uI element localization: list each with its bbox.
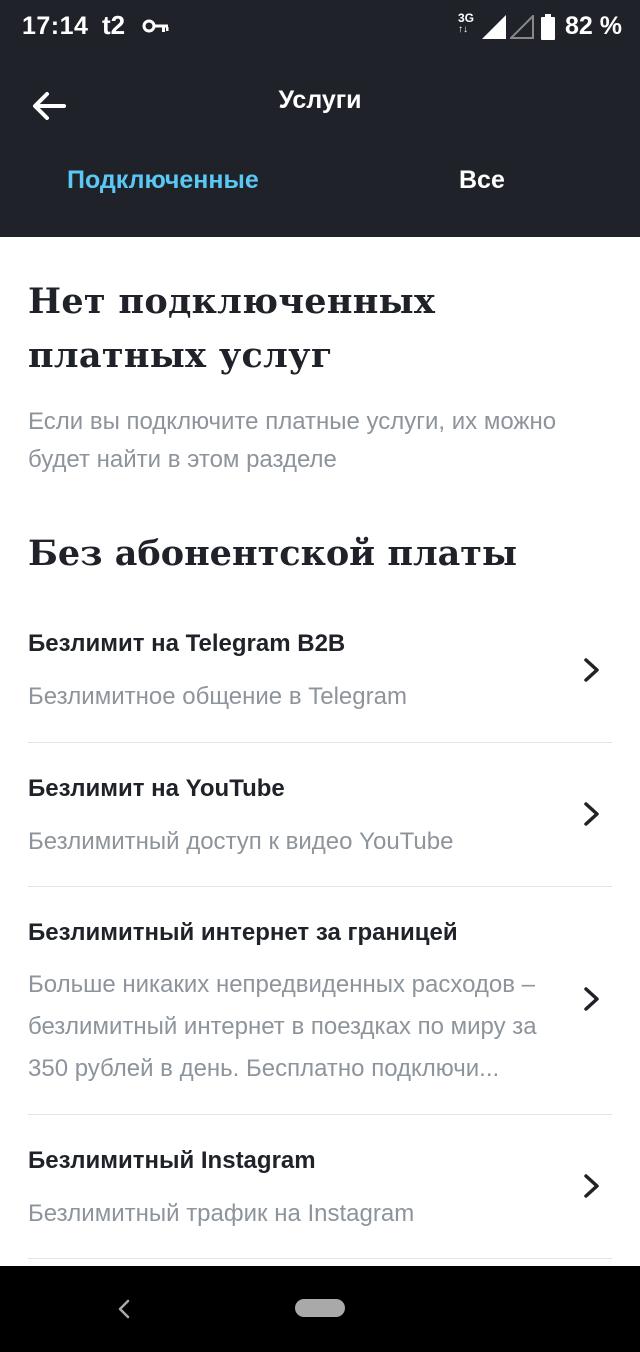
system-nav-bar [0,1266,640,1352]
service-title: Безлимит на Telegram B2B [28,630,346,657]
section-title: Без абонентской платы [28,533,518,574]
carrier-logo: t2 [102,10,126,40]
page-title: Услуги [278,86,362,114]
list-item[interactable]: Безлимит на Telegram B2B Безлимитное общ… [28,598,612,743]
status-bar: 17:14 t2 3G ↑↓ 82 % [0,0,640,56]
service-title: Безлимитный Instagram [28,1147,316,1174]
chevron-right-icon [584,987,599,1011]
battery-icon [541,14,555,40]
main-content: Нет подключенных платных услуг Если вы п… [28,237,612,574]
chevron-right-icon [584,658,599,682]
service-subtitle: Безлимитное общение в Telegram [28,683,407,710]
list-item[interactable]: Безлимит на YouTube Безлимитный доступ к… [28,743,612,887]
chevron-right-icon [584,802,599,826]
app-header: Услуги Подключенные Все [0,56,640,237]
network-type: 3G ↑↓ [458,11,475,35]
nav-back-icon[interactable] [112,1296,136,1322]
services-list: Безлимит на Telegram B2B Безлимитное общ… [28,598,612,1259]
empty-state-title: Нет подключенных платных услуг [28,281,436,376]
nav-home-pill[interactable] [295,1299,345,1317]
signal-icon [482,15,506,39]
status-time: 17:14 [22,12,89,40]
battery-percent: 82 % [565,12,622,40]
list-item[interactable]: Безлимитный интернет за границей Больше … [28,887,612,1115]
signal-empty-icon [510,15,534,39]
service-title: Безлимит на YouTube [28,775,285,802]
service-subtitle: Безлимитный трафик на Instagram [28,1200,415,1227]
tab-connected[interactable]: Подключенные [67,166,259,195]
key-icon [142,19,169,33]
chevron-right-icon [584,1174,599,1198]
service-title: Безлимитный интернет за границей [28,919,458,946]
tab-all[interactable]: Все [459,166,505,195]
service-subtitle: Больше никаких непредвиденных расходов –… [28,971,537,1082]
service-subtitle: Безлимитный доступ к видео YouTube [28,828,454,855]
list-item[interactable]: Безлимитный Instagram Безлимитный трафик… [28,1115,612,1259]
empty-state-description: Если вы подключите платные услуги, их мо… [28,408,557,473]
